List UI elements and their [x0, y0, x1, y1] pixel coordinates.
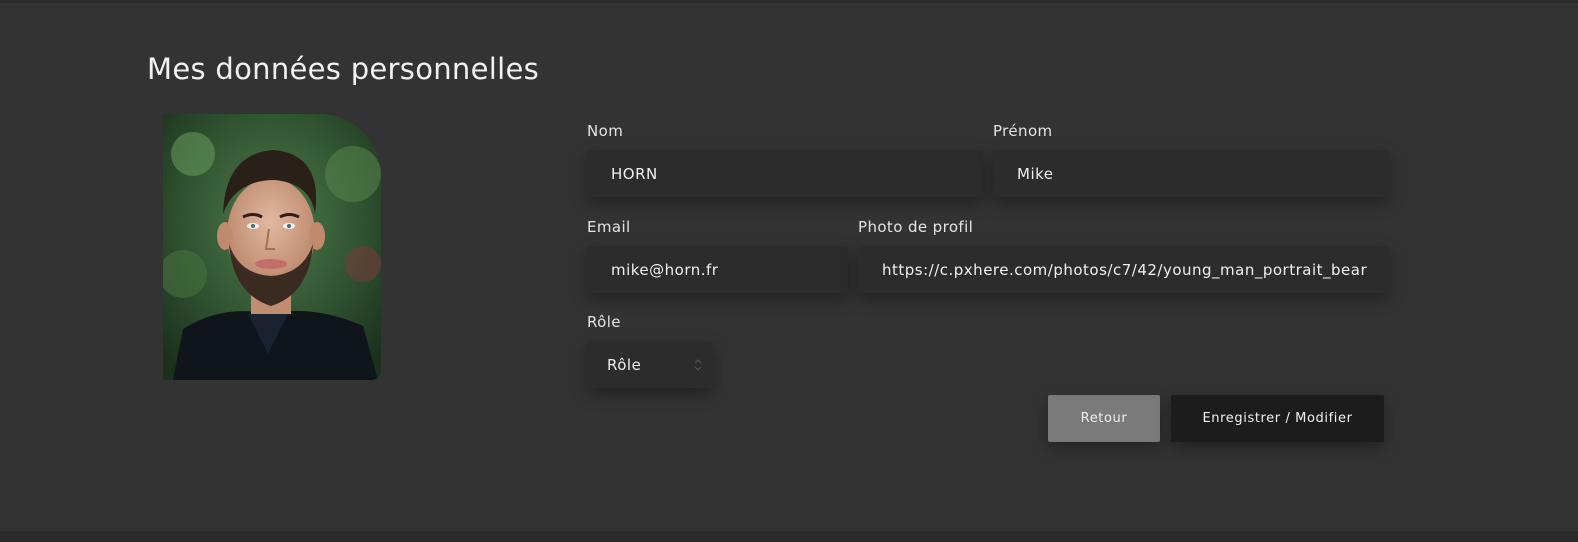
- email-input[interactable]: [611, 260, 848, 279]
- page-title: Mes données personnelles: [147, 52, 540, 86]
- prenom-input[interactable]: [1017, 164, 1389, 183]
- role-selected-value: Rôle: [607, 355, 642, 374]
- role-select[interactable]: Rôle: [587, 341, 712, 388]
- profile-photo: [163, 114, 381, 380]
- email-label: Email: [587, 218, 631, 236]
- photo-field-container: [858, 246, 1389, 293]
- save-button[interactable]: Enregistrer / Modifier: [1171, 395, 1384, 442]
- nom-label: Nom: [587, 122, 624, 140]
- role-label: Rôle: [587, 313, 621, 331]
- top-border: [0, 0, 1578, 3]
- prenom-label: Prénom: [993, 122, 1053, 140]
- select-arrows-icon: [694, 359, 702, 371]
- prenom-field-container: [993, 150, 1389, 197]
- nom-input[interactable]: [611, 164, 983, 183]
- photo-url-input[interactable]: [882, 260, 1389, 279]
- back-button[interactable]: Retour: [1048, 395, 1160, 442]
- bottom-border: [0, 531, 1578, 542]
- email-field-container: [587, 246, 848, 293]
- photo-label: Photo de profil: [858, 218, 974, 236]
- nom-field-container: [587, 150, 983, 197]
